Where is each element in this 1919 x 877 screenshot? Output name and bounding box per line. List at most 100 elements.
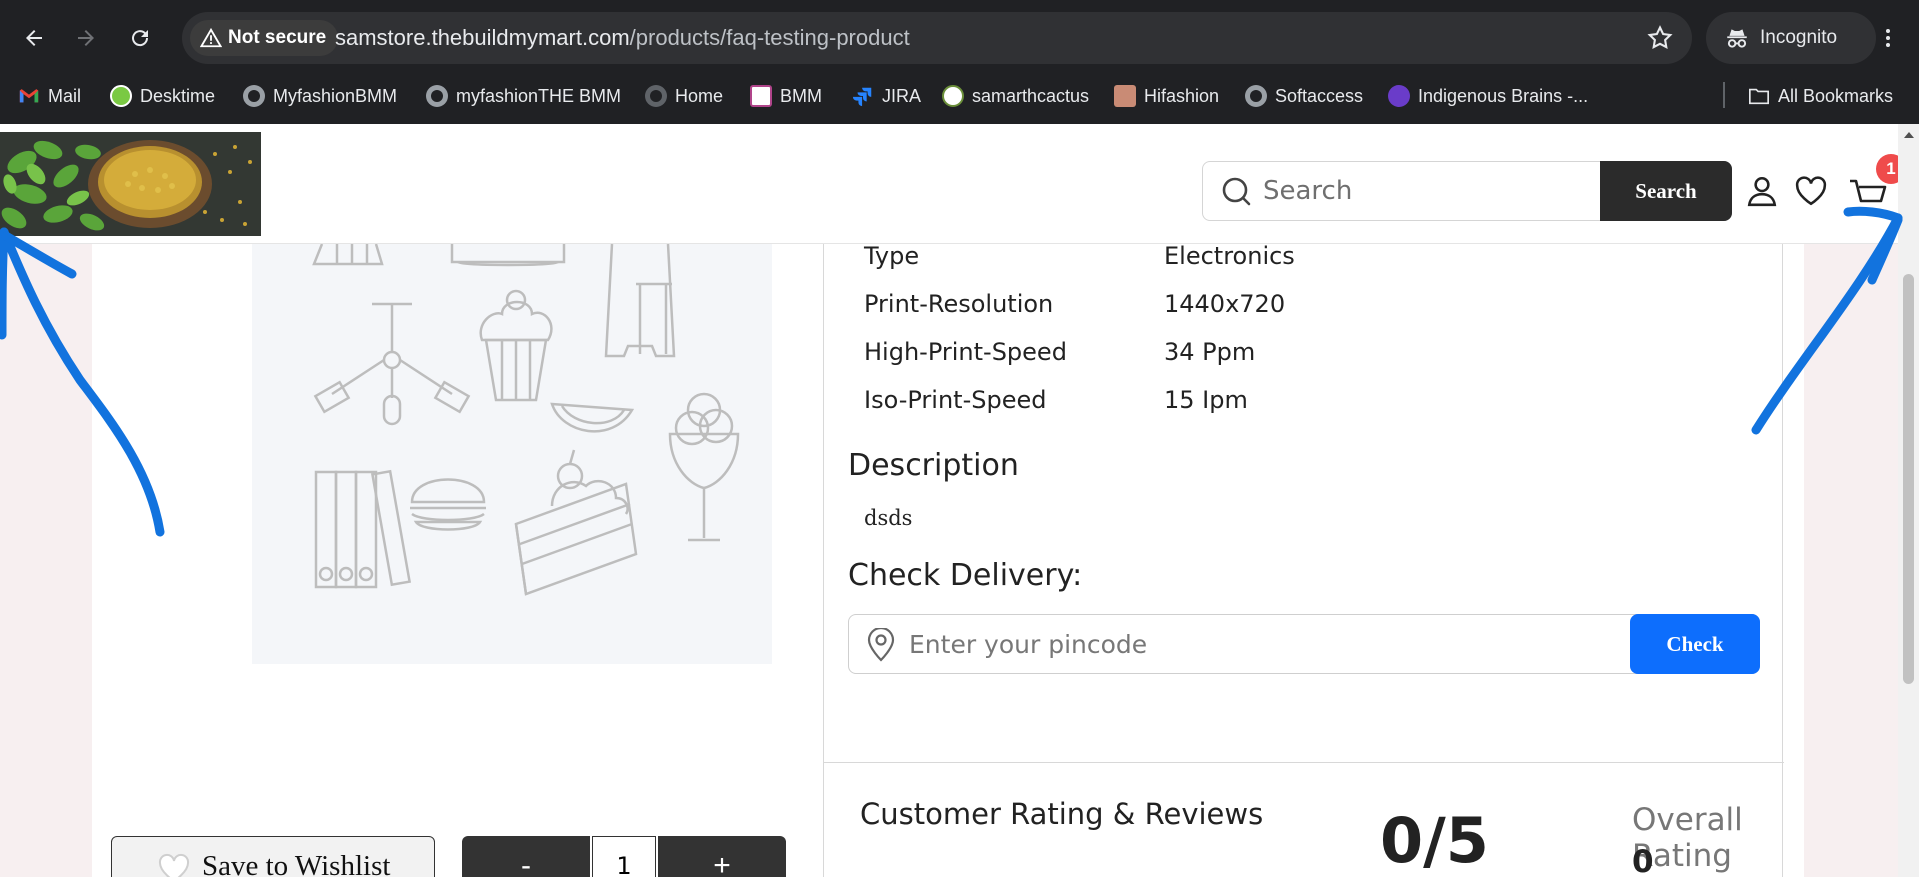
spec-row: Iso-Print-Speed 15 Ipm bbox=[864, 386, 1248, 420]
spec-value: Electronics bbox=[1164, 242, 1295, 270]
product-card: Type Electronics Print-Resolution 1440x7… bbox=[92, 242, 1804, 877]
save-to-wishlist-button[interactable]: Save to Wishlist bbox=[111, 836, 435, 877]
bookmark-label: MyfashionBMM bbox=[273, 85, 398, 106]
spec-key: Print-Resolution bbox=[864, 290, 1054, 318]
section-divider bbox=[824, 762, 1784, 763]
jira-icon bbox=[852, 87, 872, 107]
scroll-up-arrow-icon[interactable] bbox=[1904, 132, 1914, 138]
bookmark-label: Hifashion bbox=[1144, 85, 1220, 106]
spec-key: Iso-Print-Speed bbox=[864, 386, 1047, 414]
spec-row: High-Print-Speed 34 Ppm bbox=[864, 338, 1255, 372]
bookmark-label: Mail bbox=[48, 85, 82, 106]
wishlist-label: Save to Wishlist bbox=[202, 849, 391, 877]
spec-key: High-Print-Speed bbox=[864, 338, 1067, 366]
forward-arrow-icon bbox=[78, 30, 94, 46]
all-bookmarks-button[interactable]: All Bookmarks bbox=[1748, 80, 1893, 112]
spec-value: 1440x720 bbox=[1164, 290, 1286, 318]
rating-score: 0/5 bbox=[1380, 804, 1489, 877]
incognito-chip[interactable]: Incognito bbox=[1706, 12, 1876, 64]
scrollbar-thumb[interactable] bbox=[1903, 274, 1914, 684]
pincode-box: Check bbox=[848, 614, 1760, 674]
bookmark-label: Desktime bbox=[140, 85, 216, 106]
address-bar[interactable]: Not secure samstore.thebuildmymart.com/p… bbox=[182, 12, 1692, 64]
logo-image bbox=[0, 132, 261, 236]
bookmark-jira[interactable]: JIRA bbox=[852, 80, 921, 112]
indigenous-icon bbox=[1388, 85, 1410, 107]
cart-count-badge: 1 bbox=[1876, 154, 1898, 184]
pincode-input[interactable] bbox=[909, 623, 1609, 665]
bookmark-star-icon[interactable] bbox=[1646, 24, 1674, 52]
more-vert-icon bbox=[1886, 29, 1890, 47]
browser-chrome: Not secure samstore.thebuildmymart.com/p… bbox=[0, 0, 1919, 124]
bookmark-label: myfashionTHE BMM bbox=[456, 85, 622, 106]
back-arrow-icon bbox=[26, 30, 42, 46]
bookmark-softaccess[interactable]: Softaccess bbox=[1245, 80, 1363, 112]
search-box: Search bbox=[1202, 161, 1732, 221]
ratings-count: 0 Ratings bbox=[1632, 844, 1654, 877]
bookmark-label: Indigenous Brains -... bbox=[1418, 85, 1589, 106]
folder-icon bbox=[1749, 88, 1769, 105]
bookmark-label: BMM bbox=[780, 85, 822, 106]
browser-menu-button[interactable] bbox=[1872, 22, 1904, 54]
all-bookmarks-label: All Bookmarks bbox=[1778, 85, 1894, 106]
url-text[interactable]: samstore.thebuildmymart.com/products/faq… bbox=[335, 25, 910, 51]
account-icon[interactable] bbox=[1745, 174, 1779, 208]
url-path: /products/faq-testing-product bbox=[629, 25, 910, 50]
product-placeholder-image bbox=[252, 244, 772, 664]
heart-outline-icon bbox=[158, 853, 190, 877]
bookmark-bmm[interactable]: BMM bbox=[750, 80, 822, 112]
forward-button[interactable] bbox=[68, 20, 104, 56]
bookmark-samarthcactus[interactable]: samarthcactus bbox=[942, 80, 1089, 112]
security-label: Not secure bbox=[228, 27, 327, 48]
reload-icon bbox=[132, 30, 149, 47]
search-icon bbox=[1222, 177, 1251, 206]
gmail-icon bbox=[19, 89, 39, 103]
globe-icon bbox=[1245, 85, 1267, 107]
product-details-panel: Type Electronics Print-Resolution 1440x7… bbox=[823, 242, 1784, 877]
reviews-heading: Customer Rating & Reviews bbox=[860, 797, 1264, 831]
bookmark-label: Home bbox=[675, 85, 724, 106]
decrease-quantity-button[interactable]: - bbox=[462, 836, 590, 877]
desktime-icon bbox=[110, 85, 132, 107]
warning-triangle-icon bbox=[200, 27, 222, 48]
bookmarks-separator bbox=[1723, 82, 1725, 108]
bookmark-mail[interactable]: Mail bbox=[18, 80, 81, 112]
bookmark-label: Softaccess bbox=[1275, 85, 1364, 106]
search-button[interactable]: Search bbox=[1600, 161, 1732, 221]
bookmark-hifashion[interactable]: Hifashion bbox=[1114, 80, 1219, 112]
wishlist-heart-icon[interactable] bbox=[1794, 174, 1828, 208]
check-delivery-button[interactable]: Check bbox=[1630, 614, 1760, 674]
description-heading: Description bbox=[848, 448, 1019, 483]
incognito-icon bbox=[1727, 29, 1747, 48]
globe-icon bbox=[426, 85, 448, 107]
search-input[interactable] bbox=[1263, 170, 1593, 212]
quantity-input[interactable] bbox=[592, 836, 656, 877]
globe-icon bbox=[243, 85, 265, 107]
quantity-stepper: - + bbox=[462, 836, 786, 877]
bookmark-indigenous-brains[interactable]: Indigenous Brains -... bbox=[1388, 80, 1588, 112]
bookmark-home[interactable]: Home bbox=[645, 80, 723, 112]
check-delivery-heading: Check Delivery: bbox=[848, 558, 1083, 593]
bookmark-label: JIRA bbox=[882, 85, 922, 106]
bmm-icon bbox=[750, 85, 772, 107]
url-host: samstore.thebuildmymart.com bbox=[335, 25, 630, 50]
globe-icon bbox=[645, 85, 667, 107]
store-logo[interactable] bbox=[0, 132, 261, 236]
security-chip[interactable]: Not secure bbox=[190, 20, 339, 56]
back-button[interactable] bbox=[16, 20, 52, 56]
reload-button[interactable] bbox=[122, 20, 158, 56]
bookmark-label: samarthcactus bbox=[972, 85, 1090, 106]
page-scrollbar[interactable] bbox=[1898, 124, 1919, 877]
hifashion-icon bbox=[1114, 85, 1136, 107]
spec-row: Print-Resolution 1440x720 bbox=[864, 290, 1285, 324]
spec-value: 15 Ipm bbox=[1164, 386, 1248, 414]
bookmark-myfashion-the-bmm[interactable]: myfashionTHE BMM bbox=[426, 80, 621, 112]
description-text: dsds bbox=[864, 506, 913, 530]
bookmark-myfashionbmm[interactable]: MyfashionBMM bbox=[243, 80, 397, 112]
bookmark-desktime[interactable]: Desktime bbox=[110, 80, 215, 112]
cactus-icon bbox=[942, 85, 964, 107]
increase-quantity-button[interactable]: + bbox=[658, 836, 786, 877]
spec-row: Type Electronics bbox=[864, 242, 1295, 276]
location-pin-icon bbox=[867, 628, 895, 662]
spec-value: 34 Ppm bbox=[1164, 338, 1256, 366]
